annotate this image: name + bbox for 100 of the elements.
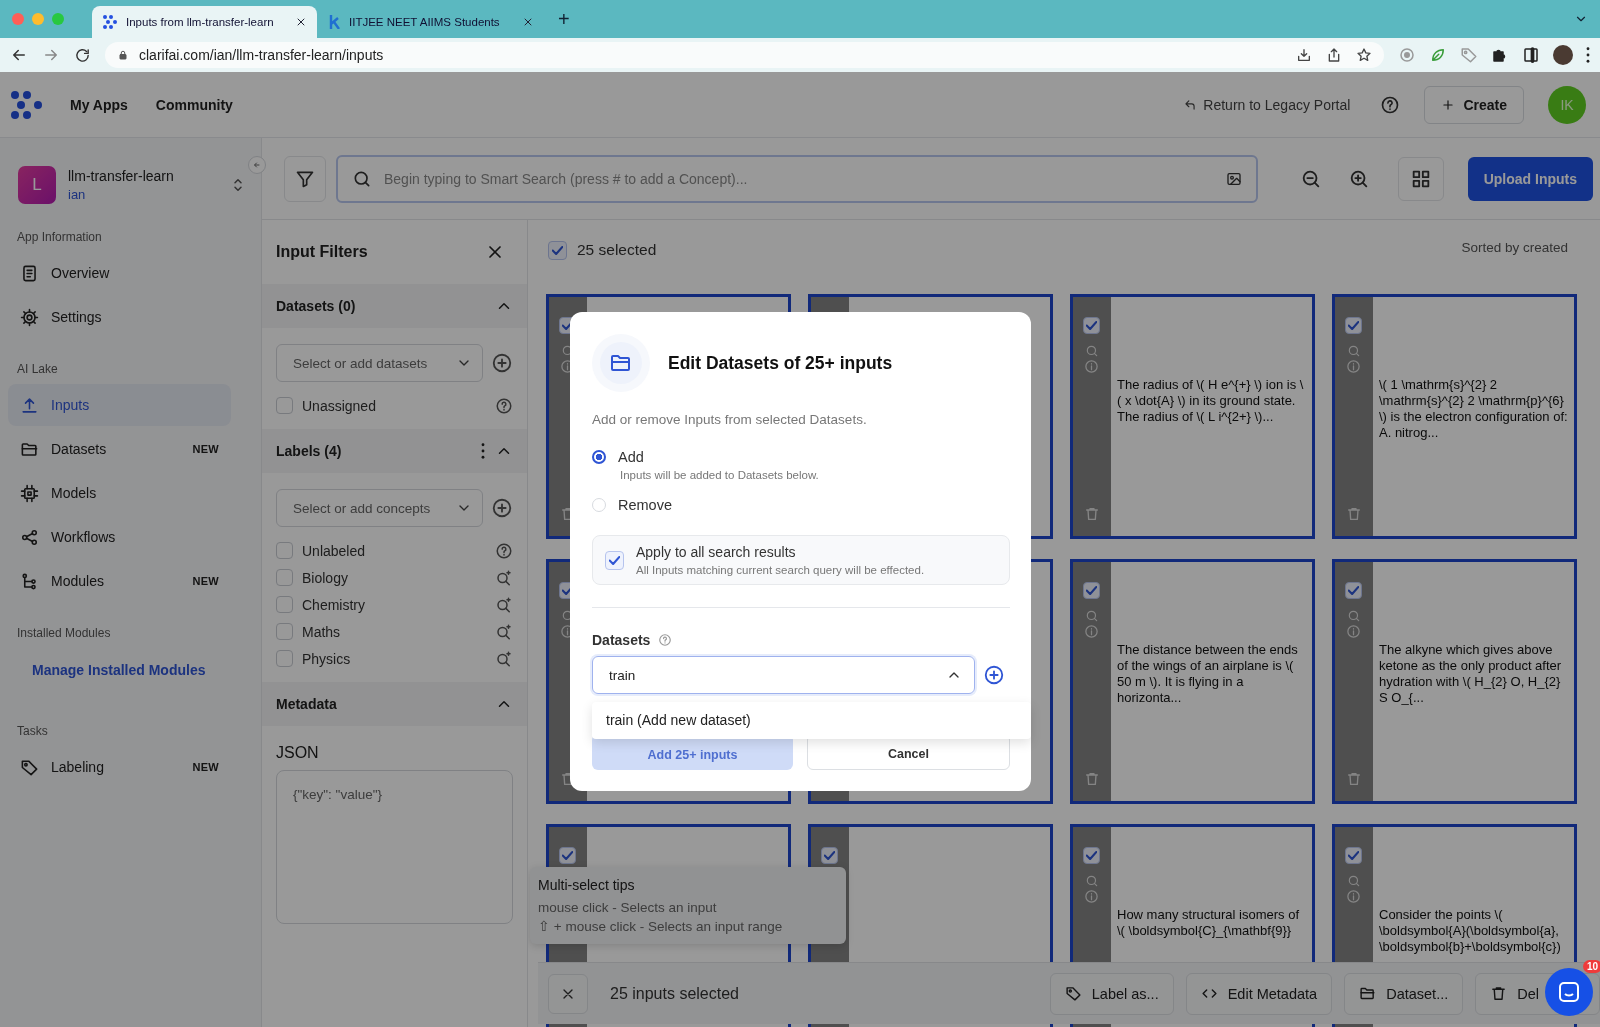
input-text: Consider the points \( \boldsymbol{A}(\boldsymbol{a}, \boldsymbol{b}+\boldsymbol{c}) (1379, 907, 1562, 955)
checkbox[interactable] (276, 623, 293, 640)
manage-modules-link[interactable]: Manage Installed Modules (0, 646, 261, 700)
search-bar[interactable]: Begin typing to Smart Search (press # to add a Concept)... (336, 154, 1258, 203)
option-label: Apply to all search results (636, 544, 797, 560)
concept-search-icon (495, 649, 513, 668)
grid-view-button[interactable] (1397, 156, 1444, 201)
minimize-window-dot[interactable] (32, 13, 44, 25)
sidebar-item[interactable]: Models (8, 472, 231, 514)
sidebar-item[interactable]: Datasets NEW (8, 428, 231, 470)
browser-tab[interactable]: IITJEE NEET AIIMS Students (319, 6, 544, 38)
sidebar-item[interactable]: Workflows (8, 516, 231, 558)
input-text: The alkyne which gives above ketone as the only product after hydration with \( H_{2} O, H_{2} S O_{... (1379, 642, 1563, 706)
filter-section-title: Labels (4) (276, 443, 342, 459)
input-text: How many structural isomers of \( \boldsymbol{C}_{\mathbf{9}} (1117, 907, 1301, 939)
selection-count: 25 selected (577, 241, 657, 259)
return-icon (1183, 97, 1198, 112)
checkbox[interactable] (276, 542, 293, 559)
sidebar-item[interactable]: Modules NEW (8, 560, 231, 602)
checkbox[interactable] (276, 397, 293, 414)
address-bar[interactable]: clarifai.com/ian/llm-transfer-learn/inputs (105, 42, 1384, 68)
checkbox[interactable] (1345, 317, 1362, 334)
search-icon (1085, 344, 1099, 358)
dropdown-option[interactable]: train (Add new dataset) (592, 702, 1031, 739)
input-card[interactable]: \( 1 \mathrm{s}^{2} 2 \mathrm{s}^{2} 2 \mathrm{p}^{6} \) is the electron configuration of: A. nitrog... (1332, 294, 1577, 539)
zoom-window-dot[interactable] (52, 13, 64, 25)
star-icon (1356, 47, 1372, 63)
plus-icon (1441, 97, 1456, 112)
notification-badge: 10 (1583, 960, 1600, 973)
check-icon (1086, 586, 1097, 595)
app-owner-link[interactable]: ian (68, 187, 217, 202)
more-icon[interactable] (1586, 47, 1590, 63)
select-field[interactable]: Select or add concepts (276, 489, 483, 527)
checkbox[interactable] (559, 847, 576, 864)
trash-icon (1490, 985, 1508, 1002)
trash-icon (1084, 771, 1100, 787)
checkbox[interactable] (821, 847, 838, 864)
close-window-dot[interactable] (12, 13, 24, 25)
checkbox[interactable] (276, 650, 293, 667)
more-icon[interactable] (481, 443, 485, 459)
sidebar-item[interactable]: Overview (8, 252, 231, 294)
sidebar-item[interactable]: Labeling NEW (8, 746, 231, 788)
radio-hint: Inputs will be added to Datasets below. (620, 469, 820, 481)
input-card[interactable]: The distance between the ends of the wings of an airplane is \( 50 m \). It is flying in a horizonta... (1070, 559, 1315, 804)
legacy-portal-link[interactable]: Return to Legacy Portal (1183, 96, 1351, 113)
json-field[interactable]: {"key": "value"} (276, 770, 513, 924)
checkbox[interactable] (1345, 582, 1362, 599)
filter-section-title: Metadata (276, 696, 337, 712)
document-icon (20, 263, 39, 283)
new-label: NEW (192, 575, 219, 587)
sidebar-item[interactable]: Settings (8, 296, 231, 338)
checkbox[interactable] (1345, 847, 1362, 864)
trash-icon (1346, 771, 1362, 787)
checkbox[interactable] (1083, 847, 1100, 864)
logo-icon[interactable] (10, 90, 44, 119)
action-button[interactable]: Dataset... (1344, 972, 1464, 1015)
option-hint: All Inputs matching current search query will be effected. (636, 564, 925, 576)
profile-avatar[interactable] (1553, 45, 1573, 65)
search-icon (1347, 344, 1361, 358)
close-icon (522, 16, 534, 28)
add-icon (983, 664, 1005, 686)
nav-link[interactable]: Community (155, 96, 233, 113)
search-field[interactable]: Begin typing to Smart Search (press # to add a Concept)... (382, 169, 1216, 188)
checkbox[interactable] (276, 569, 293, 586)
filter-button[interactable] (284, 155, 326, 202)
filter-option: Unlabeled (302, 542, 366, 559)
browser-tab[interactable]: Inputs from llm-transfer-learn (92, 6, 317, 38)
action-button[interactable]: Label as... (1049, 972, 1174, 1015)
add-icon (491, 497, 513, 519)
sidebar-item[interactable]: Inputs (8, 384, 231, 426)
datasets-combobox[interactable]: train (592, 656, 975, 694)
select-field[interactable]: Select or add datasets (276, 344, 483, 382)
checkbox[interactable] (276, 596, 293, 613)
create-button[interactable]: Create (1424, 85, 1524, 124)
logo-icon (102, 15, 118, 29)
new-tab-button[interactable]: + (558, 7, 570, 31)
checkbox[interactable] (1083, 317, 1100, 334)
concept-search-icon (495, 595, 513, 614)
radio-button[interactable] (592, 450, 606, 464)
radio-label: Add (618, 449, 644, 465)
nav-link[interactable]: My Apps (70, 96, 128, 113)
lock-icon (117, 49, 129, 61)
check-icon (1086, 851, 1097, 860)
checkbox[interactable] (605, 550, 624, 570)
clear-selection-button[interactable] (548, 973, 588, 1014)
tag-icon (1064, 985, 1082, 1002)
selection-count: 25 inputs selected (610, 984, 739, 1003)
input-card[interactable]: The alkyne which gives above ketone as the only product after hydration with \( H_{2} O, H_{2} S O_{... (1332, 559, 1577, 804)
action-button[interactable]: Edit Metadata (1185, 972, 1333, 1015)
checkbox[interactable] (548, 240, 567, 260)
help-icon (1380, 94, 1401, 115)
input-card[interactable]: The radius of \( H e^{+} \) ion is \( x \dot{A} \) in its ground state. The radius of \( L i^{2+} \)... (1070, 294, 1315, 539)
checkbox[interactable] (1083, 582, 1100, 599)
search-icon (1085, 874, 1099, 888)
chip-icon (20, 483, 39, 503)
dialog-title: Edit Datasets of 25+ inputs (668, 352, 893, 374)
field-label: Datasets (592, 632, 651, 648)
new-label: NEW (192, 761, 219, 773)
help-icon (658, 633, 673, 647)
upload-inputs-button[interactable]: Upload Inputs (1467, 156, 1593, 201)
